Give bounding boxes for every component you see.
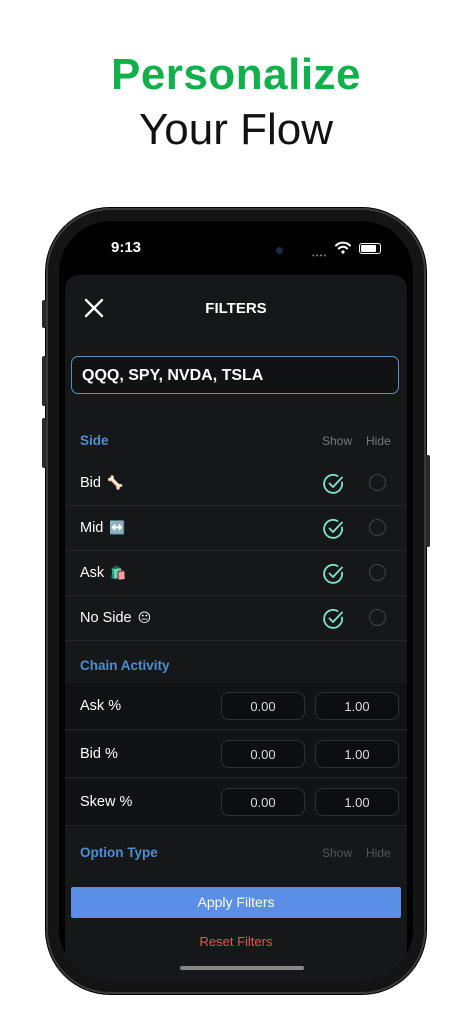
side-label: Ask 🛍️ [80,565,127,581]
side-label: Mid ↔️ [80,520,126,536]
max-input[interactable]: 1.00 [315,692,399,720]
min-input[interactable]: 0.00 [221,740,305,768]
signal-icon: •••• [312,251,328,260]
hide-radio[interactable] [369,609,386,626]
apply-filters-button[interactable]: Apply Filters [71,887,401,918]
side-row-bid: Bid 🦴 [65,461,407,506]
headline-your-flow: Your Flow [138,105,334,154]
chain-label: Skew % [80,794,133,810]
camera-dot [276,247,283,254]
show-check-icon[interactable] [323,473,345,495]
side-label: Bid 🦴 [80,475,124,491]
side-label: No Side 😐 [80,610,152,626]
phone-volume-up [42,356,46,406]
bottom-actions: Apply Filters Reset Filters [65,875,407,981]
filters-sheet: FILTERS QQQ, SPY, NVDA, TSLA Side Show H… [65,275,407,981]
phone-volume-down [42,418,46,468]
side-row-mid: Mid ↔️ [65,506,407,551]
phone-action-button [42,300,46,328]
side-row-no-side: No Side 😐 [65,596,407,641]
option-hide-header: Hide [366,846,391,860]
phone-screen: 9:13 •••• FILTERS QQQ, SPY, NVDA, TSLA S… [59,221,413,981]
headline-personalize: Personalize [110,50,362,99]
status-time: 9:13 [111,239,142,256]
section-option-type: Option Type [80,845,158,860]
chain-label: Bid % [80,746,118,762]
show-check-icon[interactable] [323,518,345,540]
status-bar: 9:13 •••• [59,221,413,271]
reset-filters-button[interactable]: Reset Filters [65,934,407,949]
option-show-header: Show [322,846,353,860]
shopping-bags-icon: 🛍️ [110,566,127,581]
chain-label: Ask % [80,698,122,714]
chain-row-bid: Bid % 0.00 1.00 [65,731,407,778]
ticker-input[interactable]: QQQ, SPY, NVDA, TSLA [71,356,399,394]
sheet-title: FILTERS [205,300,267,317]
hide-radio[interactable] [369,564,386,581]
side-show-header: Show [322,434,353,448]
bone-icon: 🦴 [106,476,124,491]
chain-row-ask: Ask % 0.00 1.00 [65,683,407,730]
max-input[interactable]: 1.00 [315,740,399,768]
min-input[interactable]: 0.00 [221,788,305,816]
section-side: Side [80,433,109,448]
min-input[interactable]: 0.00 [221,692,305,720]
side-row-ask: Ask 🛍️ [65,551,407,596]
show-check-icon[interactable] [323,608,345,630]
wifi-icon [335,241,351,254]
neutral-face-icon: 😐 [137,611,152,626]
section-chain-activity: Chain Activity [80,658,170,673]
home-indicator [180,966,304,970]
phone-power-button [426,455,430,547]
max-input[interactable]: 1.00 [315,788,399,816]
battery-icon [359,243,381,254]
left-right-arrow-icon: ↔️ [109,521,126,536]
show-check-icon[interactable] [323,563,345,585]
side-hide-header: Hide [366,434,391,448]
chain-row-skew: Skew % 0.00 1.00 [65,779,407,826]
hide-radio[interactable] [369,474,386,491]
hide-radio[interactable] [369,519,386,536]
